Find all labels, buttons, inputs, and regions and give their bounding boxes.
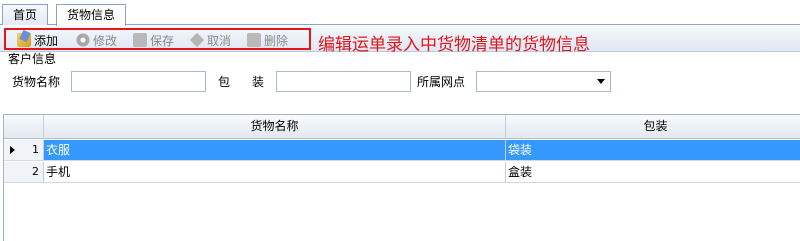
delete-button-label: 删除 <box>264 33 289 48</box>
site-label: 所属网点 <box>417 75 466 89</box>
save-button-label: 保存 <box>150 33 175 48</box>
cell-goods-name[interactable]: 衣服 <box>44 140 506 160</box>
package-input[interactable] <box>276 71 411 92</box>
delete-button[interactable]: 删除 <box>247 31 288 49</box>
chevron-down-icon[interactable] <box>597 79 605 84</box>
edit-icon <box>76 33 90 47</box>
header-goods-name[interactable]: 货物名称 <box>44 115 506 139</box>
add-button[interactable]: 添加 <box>17 31 58 49</box>
goods-name-input[interactable] <box>71 71 206 92</box>
table-row[interactable]: 2 手机 盒装 <box>4 162 800 183</box>
site-select[interactable] <box>476 71 611 92</box>
cell-package[interactable]: 盒装 <box>506 162 800 182</box>
table-row[interactable]: 1 衣服 袋装 <box>4 140 800 161</box>
header-package[interactable]: 包装 <box>506 115 800 139</box>
goods-grid: 货物名称 包装 1 衣服 袋装 2 手机 盒装 <box>3 114 800 241</box>
grid-header: 货物名称 包装 <box>4 115 800 139</box>
annotation-text: 编辑运单录入中货物清单的货物信息 <box>318 35 590 55</box>
row-indicator[interactable]: 1 <box>4 140 44 160</box>
delete-icon <box>247 33 261 47</box>
save-icon <box>133 33 147 47</box>
header-indicator-cell <box>4 115 44 139</box>
tab-home[interactable]: 首页 <box>2 4 49 25</box>
edit-button[interactable]: 修改 <box>76 31 117 49</box>
save-button[interactable]: 保存 <box>133 31 174 49</box>
row-number: 1 <box>32 143 39 156</box>
tab-goods-info[interactable]: 货物信息 <box>56 4 127 26</box>
current-row-arrow-icon <box>10 146 15 154</box>
cancel-button[interactable]: 取消 <box>189 31 232 49</box>
cell-goods-name[interactable]: 手机 <box>44 162 506 182</box>
row-number: 2 <box>32 165 39 178</box>
row-indicator[interactable]: 2 <box>4 162 44 182</box>
tab-strip: 首页 货物信息 <box>0 0 800 26</box>
edit-button-label: 修改 <box>93 33 118 48</box>
cancel-icon <box>189 32 205 48</box>
cancel-button-label: 取消 <box>207 33 232 48</box>
goods-name-label: 货物名称 <box>12 75 61 89</box>
add-icon <box>17 33 31 47</box>
cell-package[interactable]: 袋装 <box>506 140 800 160</box>
customer-panel-title: 客户信息 <box>8 52 57 66</box>
add-button-label: 添加 <box>34 33 59 48</box>
